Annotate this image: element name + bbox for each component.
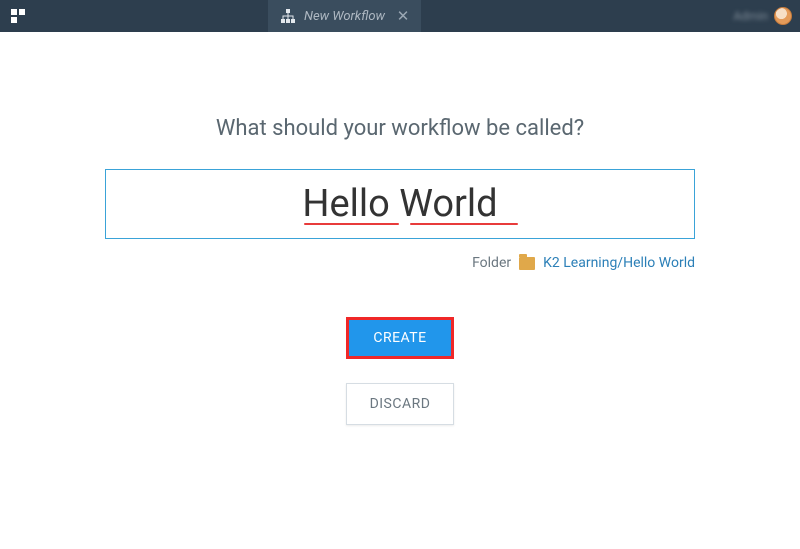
page-title: What should your workflow be called? [216,116,584,141]
discard-button[interactable]: DISCARD [346,383,454,425]
button-group: CREATE DISCARD [346,317,454,425]
workflow-icon [280,8,296,24]
close-icon[interactable]: ✕ [395,8,411,24]
user-area[interactable]: Admin [733,0,792,32]
spellcheck-underline [410,223,518,225]
app-icon[interactable] [8,6,28,26]
tab-new-workflow[interactable]: New Workflow ✕ [268,0,421,32]
workflow-name-input[interactable] [105,169,695,239]
topbar: New Workflow ✕ Admin [0,0,800,32]
folder-icon [519,257,535,270]
folder-label: Folder [472,255,511,271]
main-content: What should your workflow be called? Fol… [0,32,800,425]
folder-path-link[interactable]: K2 Learning/Hello World [543,255,695,271]
name-input-wrap [105,169,695,239]
avatar[interactable] [774,7,792,25]
tab-label: New Workflow [304,9,385,24]
folder-row: Folder K2 Learning/Hello World [105,255,695,271]
spellcheck-underline [304,223,399,225]
user-name: Admin [733,9,768,23]
create-button[interactable]: CREATE [346,317,454,359]
